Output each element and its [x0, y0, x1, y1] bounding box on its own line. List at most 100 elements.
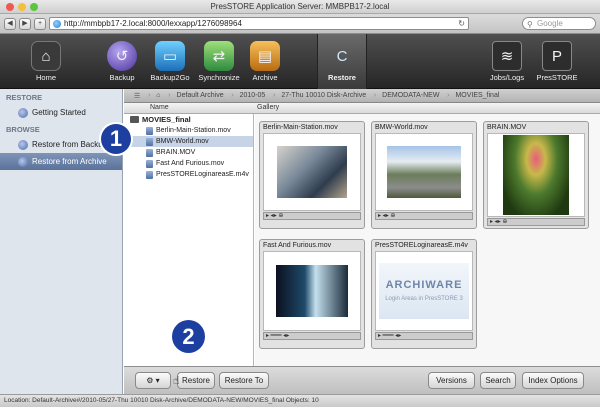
backup2go-icon: ▭	[155, 41, 185, 71]
video-thumbnail[interactable]	[263, 251, 361, 331]
file-label: BMW-World.mov	[156, 138, 209, 145]
video-thumbnail[interactable]	[375, 133, 473, 211]
breadcrumb-item[interactable]: MOVIES_final	[449, 92, 509, 99]
sidebar-item-label: Getting Started	[32, 108, 86, 117]
presstore-icon: P	[542, 41, 572, 71]
movie-file-icon	[146, 159, 153, 168]
backup-icon: ↺	[107, 41, 137, 71]
video-thumbnail[interactable]	[263, 133, 361, 211]
gallery-card[interactable]: BMW-World.mov ▸ ◂▸ ⊕	[371, 121, 477, 229]
card-title: PresSTORELoginareasE.m4v	[375, 242, 468, 249]
tree-folder[interactable]: MOVIES_final	[124, 114, 253, 125]
video-controls[interactable]: ▸ ◂▸ ⊕	[487, 218, 585, 226]
home-crumb-icon[interactable]: ⌂	[150, 92, 170, 99]
list-view-icon[interactable]: ☰	[124, 92, 151, 100]
getting-started-icon	[18, 107, 28, 118]
backup-restore-icon	[18, 139, 28, 150]
presstore-login-image: ARCHIWARE Login Areas in PresSTORE 3	[379, 263, 469, 319]
house-icon: ⌂	[31, 41, 61, 71]
restore-icon: C	[336, 47, 348, 65]
gallery-card[interactable]: PresSTORELoginareasE.m4v ARCHIWARE Login…	[371, 239, 477, 349]
browser-search-field[interactable]: ⚲ Google	[522, 17, 596, 30]
gallery-card[interactable]: Berlin-Main-Station.mov ▸ ◂▸ ⊕	[259, 121, 365, 229]
card-title: Fast And Furious.mov	[263, 242, 332, 249]
fast-furious-image	[276, 265, 348, 317]
video-thumbnail[interactable]	[487, 133, 585, 217]
window-controls	[6, 3, 38, 11]
forward-arrow-icon[interactable]: ▶	[19, 17, 31, 30]
jobs-icon: ≋	[492, 41, 522, 71]
pointer-cursor-icon: ☝	[173, 375, 180, 387]
breadcrumb-item[interactable]: DEMODATA-NEW	[376, 92, 450, 99]
search-placeholder: Google	[537, 19, 563, 28]
list-item[interactable]: BMW-World.mov	[124, 136, 253, 147]
close-window-icon[interactable]	[6, 3, 14, 11]
video-thumbnail[interactable]: ARCHIWARE Login Areas in PresSTORE 3	[375, 251, 473, 331]
toolbar-jobs-logs[interactable]: ≋ Jobs/Logs	[480, 34, 534, 89]
gallery-card[interactable]: BRAIN.MOV ▸ ◂▸ ⊕	[483, 121, 589, 229]
column-gallery[interactable]: Gallery	[257, 104, 279, 111]
gear-menu-button[interactable]: ⚙ ▾	[135, 372, 171, 389]
breadcrumb-item[interactable]: Default Archive	[171, 92, 234, 99]
sidebar-item-label: Restore from Archive	[32, 157, 107, 166]
gallery-card[interactable]: Fast And Furious.mov ▸ ━━━ ◂▸	[259, 239, 365, 349]
sidebar-item-getting-started[interactable]: Getting Started	[0, 104, 122, 121]
restore-to-button[interactable]: Restore To	[219, 372, 269, 389]
movie-file-icon	[146, 137, 153, 146]
movie-file-icon	[146, 126, 153, 135]
brain-image	[503, 135, 569, 215]
breadcrumb-item[interactable]: 2010-05	[234, 92, 276, 99]
reload-icon[interactable]: ↻	[458, 18, 465, 29]
list-item[interactable]: Fast And Furious.mov	[124, 158, 253, 169]
card-title: BRAIN.MOV	[487, 124, 527, 131]
toolbar-backup2go[interactable]: ▭ Backup2Go	[143, 34, 197, 89]
toolbar-restore[interactable]: C Restore	[317, 34, 367, 89]
video-controls[interactable]: ▸ ◂▸ ⊕	[375, 212, 473, 220]
toolbar-backup2go-label: Backup2Go	[150, 73, 190, 82]
add-bookmark-button[interactable]: +	[34, 17, 46, 30]
folder-icon	[130, 116, 139, 123]
toolbar-presstore[interactable]: P PresSTORE	[530, 34, 584, 89]
toolbar-jobs-logs-label: Jobs/Logs	[489, 73, 525, 82]
column-header: Name Gallery	[124, 103, 600, 114]
list-item[interactable]: PresSTORELoginareasE.m4v	[124, 169, 253, 180]
movie-file-icon	[146, 148, 153, 157]
toolbar-presstore-label: PresSTORE	[536, 73, 578, 82]
video-controls[interactable]: ▸ ━━━ ◂▸	[263, 332, 361, 340]
versions-button[interactable]: Versions	[428, 372, 475, 389]
callout-two: 2	[172, 320, 205, 353]
bmw-world-image	[387, 146, 461, 198]
file-label: Fast And Furious.mov	[156, 160, 225, 167]
url-field[interactable]: http://mmbpb17-2.local:8000/lexxapp/1276…	[49, 17, 469, 30]
sidebar-item-restore-from-archive[interactable]: Restore from Archive	[0, 153, 122, 170]
minimize-window-icon[interactable]	[18, 3, 26, 11]
toolbar-backup-label: Backup	[109, 73, 135, 82]
breadcrumb-item[interactable]: 27-Thu 10010 Disk-Archive	[275, 92, 376, 99]
toolbar-backup[interactable]: ↺ Backup	[95, 34, 149, 89]
restore-button[interactable]: Restore	[177, 372, 215, 389]
folder-label: MOVIES_final	[142, 115, 191, 124]
list-item[interactable]: Berlin-Main-Station.mov	[124, 125, 253, 136]
archive-restore-icon	[18, 156, 28, 167]
callout-one: 1	[101, 124, 131, 154]
card-title: Berlin-Main-Station.mov	[263, 124, 338, 131]
video-controls[interactable]: ▸ ◂▸ ⊕	[263, 212, 361, 220]
column-name[interactable]: Name	[150, 104, 169, 111]
action-bar: ⚙ ▾ Restore Restore To Versions Search I…	[124, 366, 600, 394]
toolbar-archive[interactable]: ▤ Archive	[238, 34, 292, 89]
movie-file-icon	[146, 170, 153, 179]
list-item[interactable]: BRAIN.MOV	[124, 147, 253, 158]
video-controls[interactable]: ▸ ━━━ ◂▸	[375, 332, 473, 340]
index-options-button[interactable]: Index Options	[522, 372, 584, 389]
globe-icon	[53, 20, 61, 28]
zoom-window-icon[interactable]	[30, 3, 38, 11]
app-toolbar: ⌂ Home ↺ Backup ▭ Backup2Go ⇄ Synchroniz…	[0, 34, 600, 89]
sidebar-header-restore: RESTORE	[6, 93, 43, 102]
search-button[interactable]: Search	[480, 372, 516, 389]
sidebar-item-label: Restore from Backup	[32, 140, 108, 149]
toolbar-restore-label: Restore	[328, 73, 356, 82]
archiware-logo: ARCHIWARE	[385, 279, 463, 291]
sync-icon: ⇄	[204, 41, 234, 71]
toolbar-home[interactable]: ⌂ Home	[19, 34, 73, 89]
back-arrow-icon[interactable]: ◀	[4, 17, 16, 30]
